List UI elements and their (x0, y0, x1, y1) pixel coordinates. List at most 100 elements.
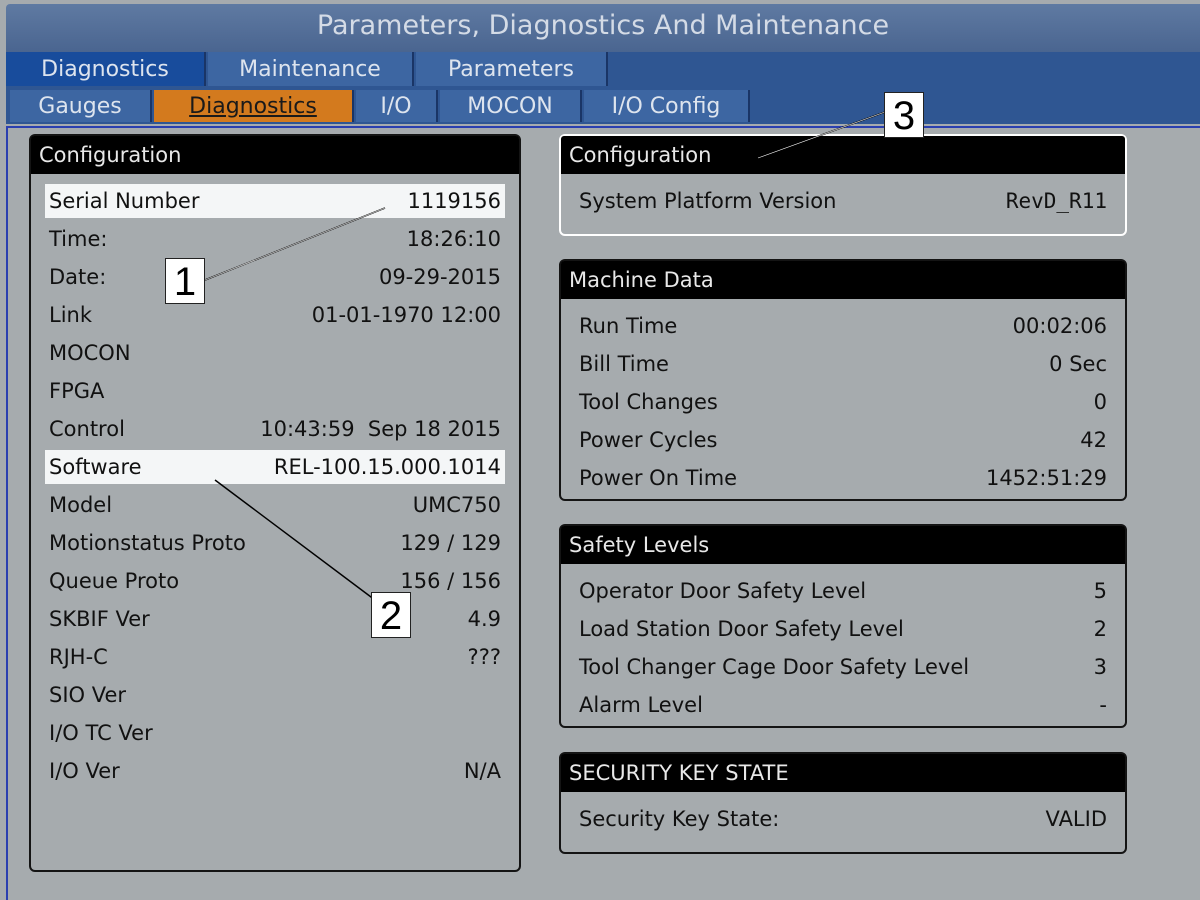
panel-title: Safety Levels (561, 526, 1125, 564)
data-row: FPGA (45, 374, 505, 408)
data-row: Load Station Door Safety Level 2 (575, 612, 1111, 646)
row-label: Time: (49, 227, 108, 251)
row-value: 3 (1093, 655, 1107, 679)
row-value: 09-29-2015 (378, 265, 501, 289)
callout-2: 2 (371, 592, 411, 638)
panel-title: Configuration (561, 136, 1125, 174)
row-value: 4.9 (467, 607, 501, 631)
tab-diagnostics[interactable]: Diagnostics (6, 52, 206, 86)
config-row: System Platform Version RevD_R11 (575, 184, 1111, 218)
row-label: System Platform Version (579, 189, 837, 213)
row-label: Alarm Level (579, 693, 703, 717)
row-label: Tool Changes (579, 390, 718, 414)
panel-title: SECURITY KEY STATE (561, 754, 1125, 792)
row-label: Power Cycles (579, 428, 718, 452)
subtab-diagnostics[interactable]: Diagnostics (154, 90, 354, 122)
data-row: Run Time 00:02:06 (575, 309, 1111, 343)
callout-1: 1 (165, 258, 205, 304)
data-row: Power On Time 1452:51:29 (575, 461, 1111, 495)
data-row: Software REL-100.15.000.1014 (45, 450, 505, 484)
data-row: SIO Ver (45, 678, 505, 712)
row-value: N/A (463, 759, 501, 783)
data-row: SKBIF Ver 4.9 (45, 602, 505, 636)
row-label: Power On Time (579, 466, 738, 490)
row-label: MOCON (49, 341, 131, 365)
row-label: RJH-C (49, 645, 108, 669)
row-value: - (1099, 693, 1107, 717)
machine-data-panel: Machine Data Run Time 00:02:06 Bill Time 0 … (559, 259, 1127, 501)
row-label: Operator Door Safety Level (579, 579, 867, 603)
row-value: VALID (1045, 807, 1107, 831)
callout-3: 3 (884, 92, 924, 138)
subtab-io-config[interactable]: I/O Config (584, 90, 750, 122)
subtab-gauges[interactable]: Gauges (10, 90, 152, 122)
row-value: 0 Sec (1049, 352, 1107, 376)
row-label: Model (49, 493, 113, 517)
tab-parameters[interactable]: Parameters (416, 52, 608, 86)
row-label: SIO Ver (49, 683, 127, 707)
tab-maintenance[interactable]: Maintenance (208, 52, 414, 86)
row-value: 156 / 156 (400, 569, 501, 593)
row-value: 129 / 129 (400, 531, 501, 555)
row-label: Tool Changer Cage Door Safety Level (579, 655, 970, 679)
data-row: I/O Ver N/A (45, 754, 505, 788)
panel-title: Machine Data (561, 261, 1125, 299)
row-value: 10:43:59 Sep 18 2015 (260, 417, 501, 441)
row-label: Link (49, 303, 93, 327)
row-value: 18:26:10 (406, 227, 501, 251)
row-label: Motionstatus Proto (49, 531, 246, 555)
row-value: 00:02:06 (1012, 314, 1107, 338)
row-label: Software (49, 455, 142, 479)
row-label: Serial Number (49, 189, 200, 213)
row-label: Bill Time (579, 352, 669, 376)
data-row: I/O TC Ver (45, 716, 505, 750)
data-row: Bill Time 0 Sec (575, 347, 1111, 381)
row-label: Security Key State: (579, 807, 780, 831)
row-value: REL-100.15.000.1014 (273, 455, 501, 479)
security-row: Security Key State: VALID (575, 802, 1111, 836)
data-row: Control 10:43:59 Sep 18 2015 (45, 412, 505, 446)
row-value: 2 (1093, 617, 1107, 641)
row-value: 5 (1093, 579, 1107, 603)
data-row: Model UMC750 (45, 488, 505, 522)
row-label: Date: (49, 265, 107, 289)
data-row: Operator Door Safety Level 5 (575, 574, 1111, 608)
data-row: Alarm Level - (575, 688, 1111, 722)
row-value: 01-01-1970 12:00 (311, 303, 501, 327)
data-row: MOCON (45, 336, 505, 370)
row-label: SKBIF Ver (49, 607, 150, 631)
security-key-panel: SECURITY KEY STATE Security Key State: V… (559, 752, 1127, 854)
data-row: RJH-C??? (45, 640, 505, 674)
row-label: FPGA (49, 379, 105, 403)
configuration-panel-right: Configuration System Platform Version Re… (559, 134, 1127, 236)
subtab-mocon[interactable]: MOCON (440, 90, 582, 122)
row-value: 0 (1093, 390, 1107, 414)
data-row: Queue Proto 156 / 156 (45, 564, 505, 598)
data-row: Tool Changes 0 (575, 385, 1111, 419)
row-value: ??? (467, 645, 501, 669)
data-row: Link 01-01-1970 12:00 (45, 298, 505, 332)
row-label: Queue Proto (49, 569, 180, 593)
window-title: Parameters, Diagnostics And Maintenance (6, 4, 1200, 52)
sub-tab-bar: Gauges Diagnostics I/O MOCON I/O Config (6, 86, 1200, 124)
data-row: Time: 18:26:10 (45, 222, 505, 256)
subtab-io[interactable]: I/O (356, 90, 438, 122)
row-value: 1452:51:29 (985, 466, 1107, 490)
row-label: Run Time (579, 314, 678, 338)
data-row: Date: 09-29-2015 (45, 260, 505, 294)
row-value: 42 (1080, 428, 1107, 452)
row-label: Load Station Door Safety Level (579, 617, 904, 641)
data-row: Tool Changer Cage Door Safety Level 3 (575, 650, 1111, 684)
main-tab-bar: Diagnostics Maintenance Parameters (6, 52, 1200, 86)
row-label: I/O Ver (49, 759, 120, 783)
panel-title: Configuration (31, 136, 519, 174)
data-row: Power Cycles 42 (575, 423, 1111, 457)
data-row: Motionstatus Proto 129 / 129 (45, 526, 505, 560)
row-label: I/O TC Ver (49, 721, 153, 745)
safety-levels-panel: Safety Levels Operator Door Safety Level… (559, 524, 1127, 728)
row-value: RevD_R11 (1005, 189, 1107, 213)
row-value: UMC750 (412, 493, 501, 517)
row-label: Control (49, 417, 125, 441)
configuration-panel-left: Configuration Serial Number 1119156 Time: 1… (29, 134, 521, 872)
data-row: Serial Number 1119156 (45, 184, 505, 218)
